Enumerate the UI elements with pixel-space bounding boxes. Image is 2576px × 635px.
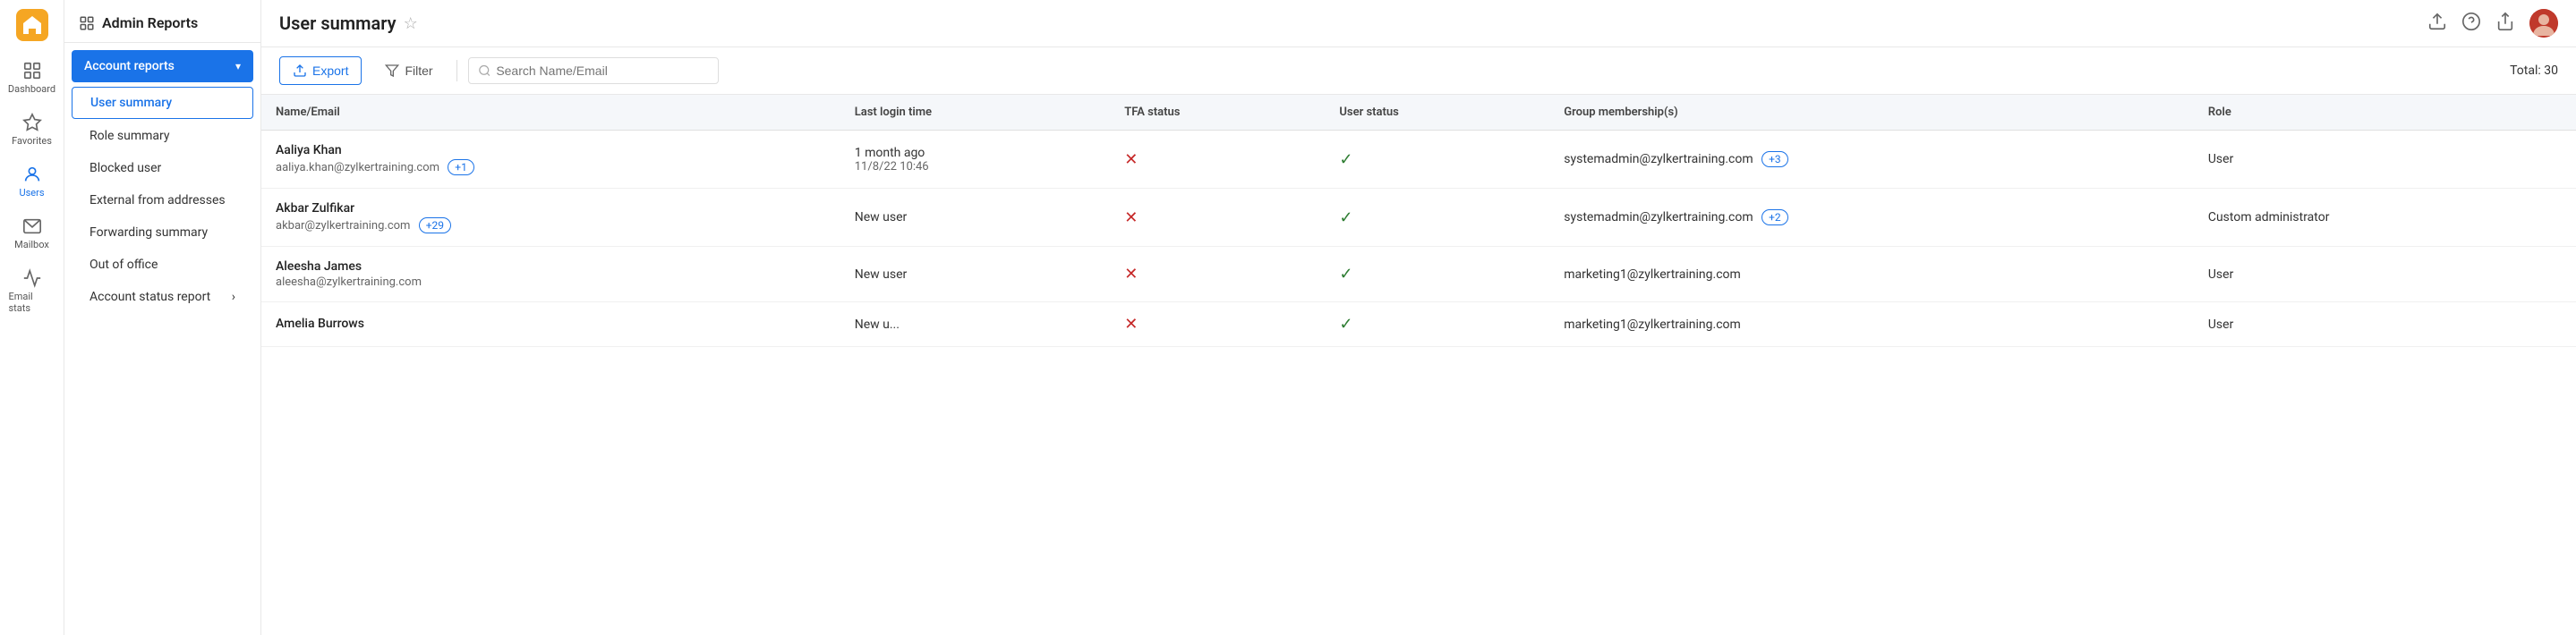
table-row: Akbar Zulfikarakbar@zylkertraining.com +… xyxy=(261,189,2576,247)
email-badge[interactable]: +1 xyxy=(448,159,474,175)
export-button[interactable]: Export xyxy=(279,56,362,85)
nav-item-external-from[interactable]: External from addresses xyxy=(72,185,253,216)
sidebar-label-mailbox: Mailbox xyxy=(14,239,49,250)
search-input[interactable] xyxy=(496,64,708,78)
sidebar-item-favorites[interactable]: Favorites xyxy=(5,106,59,154)
group-badge[interactable]: +2 xyxy=(1761,209,1788,225)
check-icon: ✓ xyxy=(1339,265,1352,284)
cell-last-login: New u... xyxy=(840,302,1110,347)
table-row: Aleesha Jamesaleesha@zylkertraining.comN… xyxy=(261,247,2576,302)
cell-role: User xyxy=(2194,247,2576,302)
group-badge[interactable]: +3 xyxy=(1761,151,1788,167)
email-badge[interactable]: +29 xyxy=(419,217,451,233)
sidebar-label-emailstats: Email stats xyxy=(9,291,55,314)
cell-role: User xyxy=(2194,302,2576,347)
sidebar-item-users[interactable]: Users xyxy=(5,157,59,206)
cell-group-membership: systemadmin@zylkertraining.com +3 xyxy=(1549,131,2194,189)
search-icon xyxy=(478,64,491,78)
section-label: Account reports xyxy=(84,59,175,73)
cell-tfa-status: ✕ xyxy=(1110,189,1325,247)
cell-user-status: ✓ xyxy=(1325,131,1549,189)
nav-item-user-summary[interactable]: User summary xyxy=(72,87,253,119)
col-last-login: Last login time xyxy=(840,95,1110,131)
cell-tfa-status: ✕ xyxy=(1110,247,1325,302)
sidebar-item-dashboard[interactable]: Dashboard xyxy=(5,54,59,102)
cell-name-email: Aleesha Jamesaleesha@zylkertraining.com xyxy=(261,247,840,302)
toolbar: Export Filter Total: 30 xyxy=(261,47,2576,95)
account-reports-section[interactable]: Account reports ▾ xyxy=(72,50,253,82)
nav-panel: Admin Reports Account reports ▾ User sum… xyxy=(64,0,261,635)
cell-name-email: Akbar Zulfikarakbar@zylkertraining.com +… xyxy=(261,189,840,247)
check-icon: ✓ xyxy=(1339,315,1352,334)
nav-item-blocked-user[interactable]: Blocked user xyxy=(72,153,253,183)
app-logo xyxy=(14,7,50,43)
col-tfa-status: TFA status xyxy=(1110,95,1325,131)
cell-last-login: New user xyxy=(840,189,1110,247)
app-title: Admin Reports xyxy=(102,14,198,31)
cell-name-email: Amelia Burrows xyxy=(261,302,840,347)
nav-panel-title: Admin Reports xyxy=(64,0,260,43)
cell-user-status: ✓ xyxy=(1325,302,1549,347)
chevron-down-icon: ▾ xyxy=(235,60,241,72)
cell-user-status: ✓ xyxy=(1325,247,1549,302)
col-role: Role xyxy=(2194,95,2576,131)
page-title: User summary xyxy=(279,13,397,34)
nav-item-account-status[interactable]: Account status report › xyxy=(72,282,253,312)
table-header-row: Name/Email Last login time TFA status Us… xyxy=(261,95,2576,131)
top-bar: User summary ☆ xyxy=(261,0,2576,47)
arrow-right-icon: › xyxy=(232,290,235,304)
cell-user-status: ✓ xyxy=(1325,189,1549,247)
main-content: User summary ☆ xyxy=(261,0,2576,635)
sidebar-label-dashboard: Dashboard xyxy=(8,83,55,95)
nav-item-role-summary[interactable]: Role summary xyxy=(72,121,253,151)
cell-tfa-status: ✕ xyxy=(1110,131,1325,189)
filter-button[interactable]: Filter xyxy=(372,57,445,84)
upload-icon[interactable] xyxy=(2427,12,2447,36)
star-icon[interactable]: ☆ xyxy=(404,14,418,33)
share-icon[interactable] xyxy=(2495,12,2515,36)
table-row: Amelia BurrowsNew u... ✕ ✓ marketing1@zylke… xyxy=(261,302,2576,347)
search-box[interactable] xyxy=(468,57,719,84)
check-icon: ✓ xyxy=(1339,208,1352,227)
nav-item-forwarding-summary[interactable]: Forwarding summary xyxy=(72,217,253,248)
cell-group-membership: systemadmin@zylkertraining.com +2 xyxy=(1549,189,2194,247)
user-table: Name/Email Last login time TFA status Us… xyxy=(261,95,2576,347)
cell-role: User xyxy=(2194,131,2576,189)
cell-last-login: 1 month ago11/8/22 10:46 xyxy=(840,131,1110,189)
icon-sidebar: Dashboard Favorites Users Mailbox Email … xyxy=(0,0,64,635)
cell-name-email: Aaliya Khanaaliya.khan@zylkertraining.co… xyxy=(261,131,840,189)
col-group-membership: Group membership(s) xyxy=(1549,95,2194,131)
cell-group-membership: marketing1@zylkertraining.com xyxy=(1549,302,2194,347)
cell-last-login: New user xyxy=(840,247,1110,302)
table-container: Name/Email Last login time TFA status Us… xyxy=(261,95,2576,635)
avatar[interactable] xyxy=(2529,9,2558,38)
total-count: Total: 30 xyxy=(2510,64,2558,78)
sidebar-label-users: Users xyxy=(19,187,44,199)
cross-icon: ✕ xyxy=(1124,150,1138,169)
col-name-email: Name/Email xyxy=(261,95,840,131)
cross-icon: ✕ xyxy=(1124,208,1138,227)
sidebar-item-emailstats[interactable]: Email stats xyxy=(5,261,59,321)
cell-group-membership: marketing1@zylkertraining.com xyxy=(1549,247,2194,302)
check-icon: ✓ xyxy=(1339,150,1352,169)
nav-item-out-of-office[interactable]: Out of office xyxy=(72,250,253,280)
cross-icon: ✕ xyxy=(1124,265,1138,284)
col-user-status: User status xyxy=(1325,95,1549,131)
sidebar-item-mailbox[interactable]: Mailbox xyxy=(5,209,59,258)
help-icon[interactable] xyxy=(2461,12,2481,36)
cross-icon: ✕ xyxy=(1124,315,1138,334)
table-row: Aaliya Khanaaliya.khan@zylkertraining.co… xyxy=(261,131,2576,189)
sidebar-label-favorites: Favorites xyxy=(12,135,52,147)
cell-tfa-status: ✕ xyxy=(1110,302,1325,347)
cell-role: Custom administrator xyxy=(2194,189,2576,247)
toolbar-divider xyxy=(456,60,457,81)
